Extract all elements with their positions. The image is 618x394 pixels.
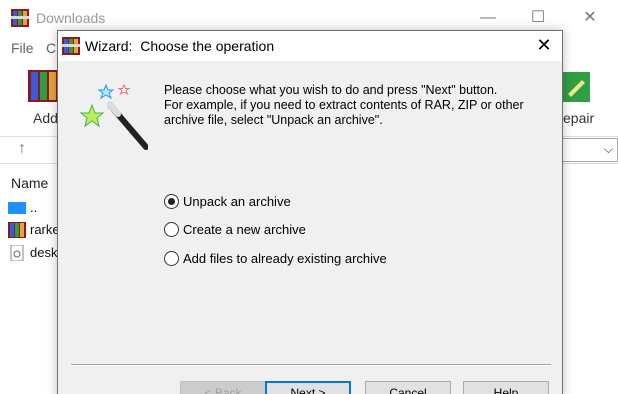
radio-button-selected[interactable] (164, 193, 179, 209)
winrar-app-icon (11, 9, 29, 27)
list-header-name[interactable]: Name (11, 175, 48, 191)
up-arrow-icon[interactable]: ↑ (18, 140, 26, 158)
help-button[interactable]: Help (463, 381, 549, 394)
winrar-dialog-icon (62, 37, 80, 55)
background-window-title: Downloads (36, 10, 106, 26)
instruction-line: For example, if you need to extract cont… (164, 98, 524, 112)
close-window-icon[interactable]: ✕ (580, 8, 600, 28)
next-button[interactable]: Next > (265, 381, 351, 394)
settings-file-icon (10, 245, 24, 261)
close-icon[interactable]: ✕ (534, 35, 554, 55)
magic-wand-icon (79, 83, 148, 150)
toolbar-repair-label[interactable]: epair (563, 110, 594, 126)
folder-up-icon (8, 202, 26, 214)
instructions-text: Please choose what you wish to do and pr… (164, 83, 554, 128)
menu-file[interactable]: File (11, 40, 34, 56)
option-add-to-archive[interactable]: Add files to already existing archive (164, 248, 387, 268)
path-dropdown[interactable]: ⌵ (560, 138, 618, 162)
back-button[interactable]: < Back (180, 381, 266, 394)
wizard-dialog: Wizard: Choose the operation ✕ Please ch… (57, 30, 563, 394)
cancel-button[interactable]: Cancel (365, 381, 451, 394)
radio-button[interactable] (164, 221, 179, 237)
instruction-line: archive file, select "Unpack an archive"… (164, 113, 383, 127)
separator (71, 364, 551, 366)
minimize-icon[interactable]: — (478, 8, 498, 28)
chevron-down-icon: ⌵ (603, 142, 613, 156)
rar-file-icon (8, 222, 26, 238)
option-create-archive[interactable]: Create a new archive (164, 219, 306, 239)
option-unpack-archive[interactable]: Unpack an archive (164, 191, 291, 211)
toolbar-add-label[interactable]: Add (33, 110, 58, 126)
maximize-icon[interactable]: ☐ (528, 8, 548, 28)
radio-button[interactable] (164, 250, 179, 266)
dialog-title: Wizard: Choose the operation (85, 38, 275, 54)
dialog-titlebar[interactable]: Wizard: Choose the operation ✕ (58, 31, 562, 61)
menu-commands[interactable]: C (46, 40, 56, 56)
instruction-line: Please choose what you wish to do and pr… (164, 83, 498, 97)
repair-icon[interactable] (560, 70, 592, 104)
